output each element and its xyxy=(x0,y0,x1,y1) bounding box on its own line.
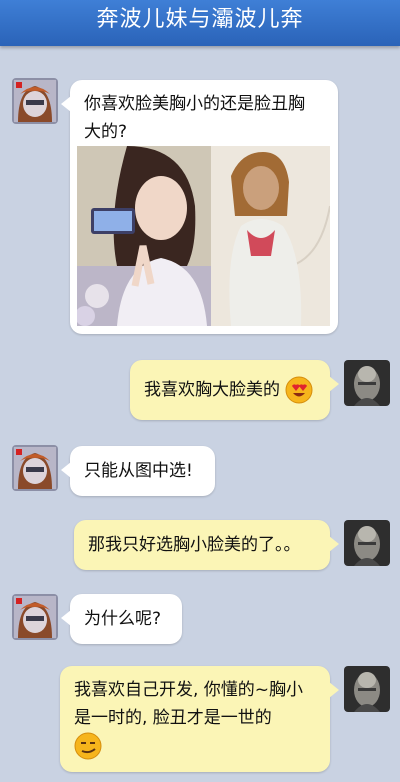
sender-avatar[interactable] xyxy=(12,78,58,124)
message-bubble[interactable]: 我喜欢自己开发, 你懂的~胸小 是一时的, 脸丑才是一世的 xyxy=(60,666,339,772)
smirk-emoji xyxy=(74,732,102,760)
photo-left[interactable] xyxy=(77,146,211,326)
message-bubble[interactable]: 只能从图中选! xyxy=(61,446,215,496)
message-text: 只能从图中选! xyxy=(84,461,193,481)
message-text: 你喜欢脸美胸小的还是脸丑胸 大的? xyxy=(84,90,329,146)
message-text: 我喜欢胸大脸美的 xyxy=(144,376,313,404)
message-text: 那我只好选胸小脸美的了。。 xyxy=(88,535,301,555)
message-line: 你喜欢脸美胸小的还是脸丑胸 xyxy=(84,94,305,114)
sender-avatar[interactable] xyxy=(12,594,58,640)
message-line: 大的? xyxy=(84,122,128,142)
sender-avatar[interactable] xyxy=(12,445,58,491)
bubble-tail xyxy=(61,610,71,626)
user-avatar[interactable] xyxy=(344,520,390,566)
heart-eyes-emoji xyxy=(285,376,313,404)
bubble-tail xyxy=(61,96,71,112)
message-bubble[interactable]: 那我只好选胸小脸美的了。。 xyxy=(74,520,339,570)
bubble-tail xyxy=(329,376,339,392)
message-bubble[interactable]: 我喜欢胸大脸美的 xyxy=(130,360,339,420)
chat-header: 奔波儿妹与灞波儿奔 xyxy=(0,0,400,46)
message-text: 我喜欢自己开发, 你懂的~胸小 是一时的, 脸丑才是一世的 xyxy=(74,676,324,760)
message-bubble[interactable]: 你喜欢脸美胸小的还是脸丑胸 大的? xyxy=(61,80,338,334)
message-line: 我喜欢胸大脸美的 xyxy=(144,380,280,400)
bubble-tail xyxy=(61,462,71,478)
message-line: 是一时的, 脸丑才是一世的 xyxy=(74,708,272,728)
user-avatar[interactable] xyxy=(344,666,390,712)
photo-right[interactable] xyxy=(211,146,330,326)
message-text: 为什么呢? xyxy=(84,609,162,629)
message-line: 我喜欢自己开发, 你懂的~胸小 xyxy=(74,680,304,700)
bubble-tail xyxy=(329,536,339,552)
chat-title: 奔波儿妹与灞波儿奔 xyxy=(96,7,304,32)
user-avatar[interactable] xyxy=(344,360,390,406)
message-bubble[interactable]: 为什么呢? xyxy=(61,594,182,644)
bubble-tail xyxy=(329,682,339,698)
